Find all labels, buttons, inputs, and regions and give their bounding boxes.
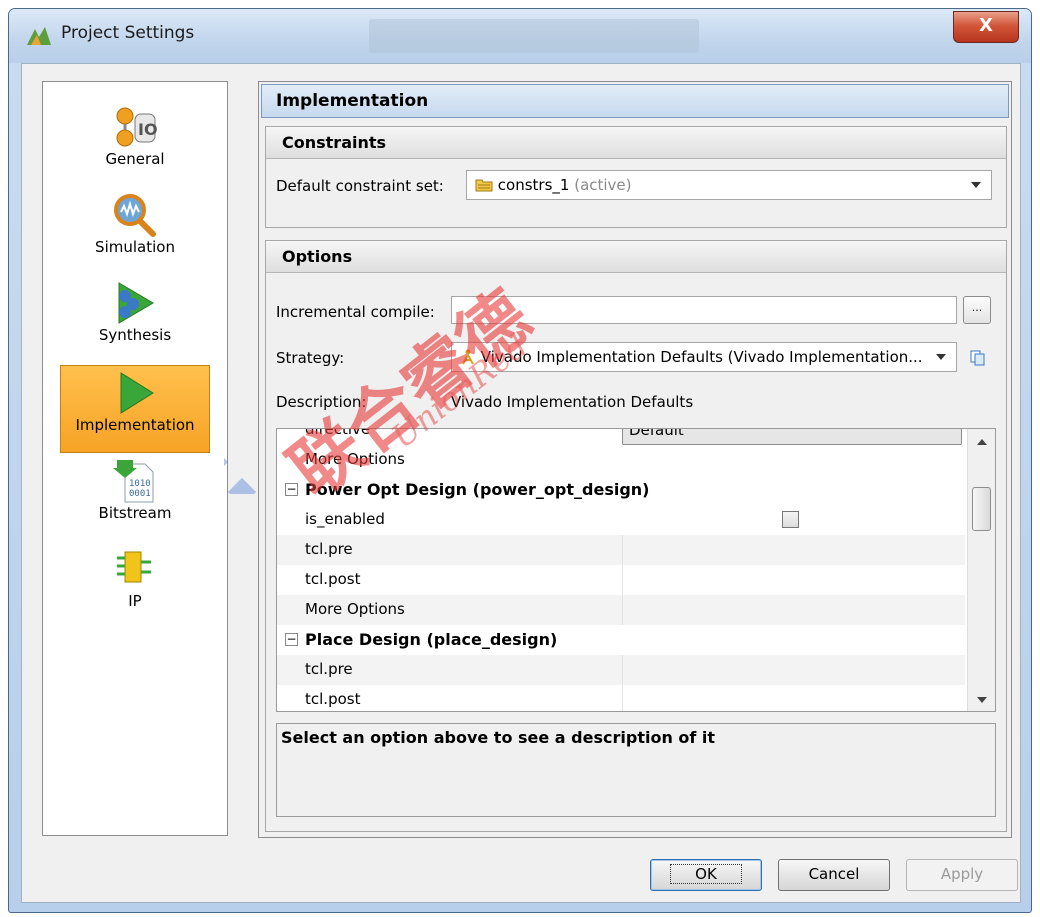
vivado-logo-icon [27, 27, 51, 45]
implementation-play-icon [120, 372, 154, 414]
description-value: Vivado Implementation Defaults [451, 393, 694, 411]
folder-icon [475, 179, 493, 192]
synthesis-arrow-icon [118, 282, 154, 324]
is-enabled-checkbox[interactable] [782, 511, 799, 528]
table-row[interactable]: More Options [277, 445, 965, 475]
table-row[interactable]: tcl.pre [277, 655, 965, 685]
close-button[interactable]: X [953, 11, 1019, 43]
sidebar-item-label: Implementation [75, 416, 195, 434]
sidebar-item-general[interactable]: IO General [60, 100, 210, 188]
svg-text:IO: IO [138, 120, 158, 139]
constraints-section-title: Constraints [266, 127, 1006, 159]
table-row-group[interactable]: − Place Design (place_design) [277, 625, 965, 655]
options-section: Options Incremental compile: ... Strateg… [265, 240, 1007, 832]
row-value[interactable] [622, 685, 965, 711]
row-value-text: Default [629, 428, 684, 439]
title-bar[interactable]: Project Settings X [9, 9, 1031, 63]
row-key: tcl.post [305, 690, 361, 708]
row-key: More Options [305, 450, 405, 468]
row-group-title: Power Opt Design (power_opt_design) [305, 480, 650, 499]
table-row[interactable]: is_enabled [277, 505, 965, 535]
constraints-section: Constraints Default constraint set: cons… [265, 126, 1007, 228]
sidebar-item-label: Synthesis [98, 326, 172, 344]
dropdown-arrow-icon [936, 354, 946, 360]
project-settings-window: Project Settings X IO General Simulation… [8, 8, 1032, 913]
constraint-set-value: constrs_1 [497, 176, 570, 194]
row-key: tcl.post [305, 570, 361, 588]
option-description-box: Select an option above to see a descript… [276, 723, 996, 817]
sidebar-item-label: Simulation [95, 238, 175, 256]
apply-button[interactable]: Apply [906, 859, 1018, 891]
general-io-icon: IO [116, 107, 158, 147]
simulation-magnifier-icon [114, 194, 156, 237]
ok-button-label: OK [670, 864, 742, 884]
background-window-ghost [369, 19, 699, 53]
options-property-grid[interactable]: directive Default More Options − Power O… [276, 428, 996, 712]
row-key: More Options [305, 600, 405, 618]
options-section-title: Options [266, 241, 1006, 273]
strategy-figure-icon [462, 349, 474, 365]
strategy-select[interactable]: Vivado Implementation Defaults (Vivado I… [451, 342, 957, 372]
browse-button[interactable]: ... [963, 296, 991, 324]
grid-scrollbar[interactable] [967, 429, 995, 711]
row-value[interactable] [622, 535, 965, 565]
dialog-client: IO General Simulation Synthesis Implemen… [21, 63, 1021, 903]
settings-sidebar: IO General Simulation Synthesis Implemen… [42, 81, 228, 836]
strategy-label: Strategy: [276, 349, 345, 367]
incremental-compile-label: Incremental compile: [276, 303, 435, 321]
scroll-down-icon[interactable] [977, 697, 987, 703]
default-constraint-set-label: Default constraint set: [276, 177, 444, 195]
collapse-icon[interactable]: − [285, 633, 298, 646]
row-key: tcl.pre [305, 540, 353, 558]
collapse-icon[interactable]: − [285, 483, 298, 496]
row-key: tcl.pre [305, 660, 353, 678]
sidebar-item-synthesis[interactable]: Synthesis [60, 276, 210, 364]
sidebar-item-ip[interactable]: IP [60, 542, 210, 630]
sidebar-item-simulation[interactable]: Simulation [60, 188, 210, 276]
row-value[interactable] [622, 595, 965, 625]
scroll-up-icon[interactable] [977, 439, 987, 445]
row-value[interactable] [622, 565, 965, 595]
copy-strategy-icon[interactable] [969, 349, 987, 367]
table-row-group[interactable]: − Power Opt Design (power_opt_design) [277, 475, 965, 505]
svg-text:0001: 0001 [129, 489, 151, 499]
table-row[interactable]: More Options [277, 595, 965, 625]
window-title: Project Settings [61, 23, 195, 43]
table-row[interactable]: directive Default [277, 428, 965, 445]
sidebar-item-label: Bitstream [98, 504, 172, 522]
cancel-button[interactable]: Cancel [778, 859, 890, 891]
table-row[interactable]: tcl.post [277, 685, 965, 711]
ok-button[interactable]: OK [650, 859, 762, 891]
default-constraint-set-select[interactable]: constrs_1 (active) [466, 170, 992, 200]
bitstream-file-icon: 1010 0001 [113, 460, 154, 503]
dropdown-arrow-icon [971, 182, 981, 188]
row-value[interactable] [622, 655, 965, 685]
strategy-value: Vivado Implementation Defaults (Vivado I… [480, 348, 923, 366]
constraint-set-status: (active) [574, 176, 632, 194]
sidebar-item-label: General [105, 150, 165, 168]
table-row[interactable]: tcl.post [277, 565, 965, 595]
implementation-panel: Implementation Constraints Default const… [258, 81, 1012, 838]
sidebar-item-label: IP [128, 592, 142, 610]
table-row[interactable]: tcl.pre [277, 535, 965, 565]
row-value-directive[interactable]: Default [622, 428, 962, 445]
ip-chip-icon [117, 551, 151, 583]
svg-text:1010: 1010 [129, 479, 151, 489]
page-title: Implementation [261, 84, 1009, 118]
row-group-title: Place Design (place_design) [305, 630, 558, 649]
description-label: Description: [276, 393, 367, 411]
row-key: is_enabled [305, 510, 385, 528]
incremental-compile-input[interactable] [451, 296, 957, 324]
sidebar-item-bitstream[interactable]: 1010 0001 Bitstream [60, 454, 210, 542]
sidebar-item-implementation[interactable]: Implementation [60, 365, 210, 453]
row-key: directive [305, 428, 371, 438]
scroll-thumb[interactable] [972, 487, 991, 531]
